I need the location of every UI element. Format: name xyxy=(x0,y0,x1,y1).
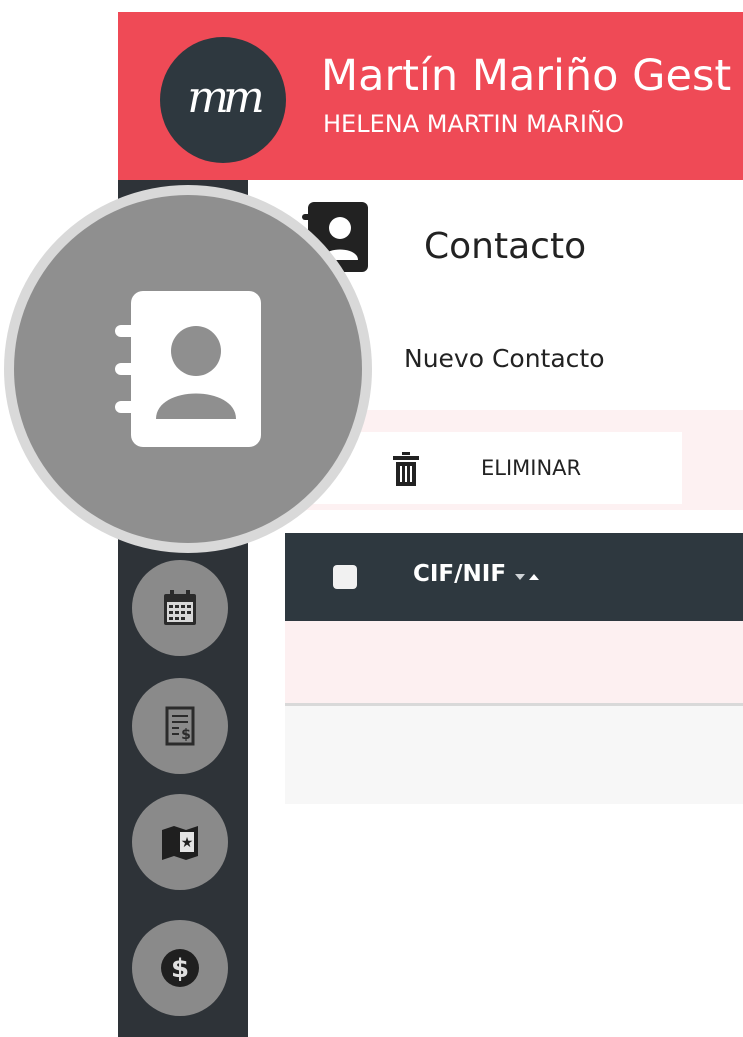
select-all-checkbox[interactable] xyxy=(333,565,357,589)
sidebar-item-invoices[interactable]: $ xyxy=(132,678,228,774)
sidebar-item-calendar[interactable] xyxy=(132,560,228,656)
table-row xyxy=(285,706,743,804)
sort-icon[interactable] xyxy=(513,571,545,583)
magnified-contact-icon xyxy=(14,195,362,543)
svg-text:$: $ xyxy=(171,954,189,984)
app-logo[interactable]: mm xyxy=(160,37,286,163)
svg-text:$: $ xyxy=(181,727,191,743)
calendar-icon xyxy=(164,590,196,625)
column-header-cif[interactable]: CIF/NIF xyxy=(413,561,506,587)
page-title: Contacto xyxy=(424,226,587,267)
table-row xyxy=(285,621,743,703)
app-header: mm Martín Mariño Gest HELENA MARTIN MARI… xyxy=(118,12,743,180)
sidebar-item-payments[interactable]: $ xyxy=(132,920,228,1016)
svg-text:mm: mm xyxy=(187,80,262,120)
sidebar-item-catalog[interactable]: ★ xyxy=(132,794,228,890)
book-star-icon: ★ xyxy=(162,826,198,860)
invoice-icon: $ xyxy=(165,706,195,746)
table-header: CIF/NIF xyxy=(285,533,743,621)
trash-icon xyxy=(393,452,419,486)
contact-book-icon xyxy=(115,291,261,447)
new-contact-link[interactable]: Nuevo Contacto xyxy=(404,344,605,373)
dollar-icon: $ xyxy=(161,949,199,987)
app-title: Martín Mariño Gest xyxy=(321,51,732,101)
svg-text:★: ★ xyxy=(181,835,194,851)
user-name: HELENA MARTIN MARIÑO xyxy=(323,110,624,138)
delete-button-label: ELIMINAR xyxy=(481,456,582,480)
